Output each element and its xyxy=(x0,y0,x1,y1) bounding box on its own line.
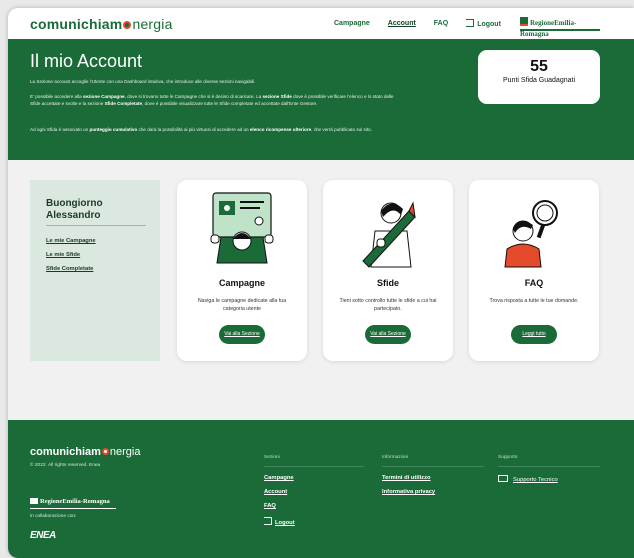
faq-illustration xyxy=(504,200,558,268)
read-faq-button[interactable]: Leggi tutto xyxy=(511,325,557,344)
site-header: comunichiam nergia Campagne Account FAQ L… xyxy=(8,8,634,39)
footer-col-sezioni-heading: Sezioni xyxy=(264,455,280,460)
user-sidebar: Buongiorno Alessandro Le mie Campagne Le… xyxy=(30,180,160,361)
site-logo[interactable]: comunichiam nergia xyxy=(30,16,173,32)
card-description: Naviga le campagne dedicate alla tua cat… xyxy=(197,298,287,312)
footer-col-divider xyxy=(264,466,364,467)
collaboration-label: in collaborazione con: xyxy=(30,514,77,519)
enea-logo[interactable]: ENEA xyxy=(30,530,56,541)
footer-link-terms[interactable]: Termini di utilizzo xyxy=(382,475,431,481)
mail-icon xyxy=(498,475,508,482)
region-flag-icon xyxy=(520,17,528,26)
nav-faq[interactable]: FAQ xyxy=(434,20,448,27)
region-logo-text: RegioneEmilia-Romagna xyxy=(520,19,577,38)
nav-logout[interactable]: Logout xyxy=(466,19,501,28)
footer-col-info-heading: Informazioni xyxy=(382,455,409,460)
nav-account[interactable]: Account xyxy=(388,20,416,27)
greeting: Buongiorno Alessandro xyxy=(46,198,103,221)
footer-region-flag-icon xyxy=(30,498,38,504)
logo-dot-icon xyxy=(123,20,132,29)
card-title: Sfide xyxy=(376,278,399,288)
logo-text: comunichiam xyxy=(30,15,123,32)
card-description: Tieni sotto controllo tutte le sfide a c… xyxy=(339,298,437,312)
go-to-campagne-button[interactable]: Vai alla Sezione xyxy=(219,325,265,344)
footer-col-support-heading: Supporto xyxy=(498,455,518,460)
footer-col-divider xyxy=(498,466,600,467)
card-description: Trova risposta a tutte le tue domande. xyxy=(489,298,579,304)
points-card: 55 Punti Sfida Guadagnati xyxy=(478,50,600,104)
points-value: 55 xyxy=(530,58,548,75)
campaign-illustration xyxy=(210,192,274,264)
card-campagne: Campagne Naviga le campagne dedicate all… xyxy=(177,180,307,361)
logout-label: Logout xyxy=(477,21,501,28)
card-sfide: Sfide Tieni sotto controllo tutte le sfi… xyxy=(323,180,453,361)
card-faq: FAQ Trova risposta a tutte le tue domand… xyxy=(469,180,599,361)
site-footer: comunichiam nergia © 2022. All rights res… xyxy=(8,420,634,558)
sidebar-link-campagne[interactable]: Le mie Campagne xyxy=(46,238,96,244)
main-nav: Campagne Account FAQ Logout xyxy=(334,8,519,39)
copyright: © 2022. All rights reserved. Enea xyxy=(30,463,101,468)
footer-logo[interactable]: comunichiam nergia xyxy=(30,446,140,458)
points-label: Punti Sfida Guadagnati xyxy=(503,77,575,84)
footer-col-divider xyxy=(382,466,484,467)
nav-campagne[interactable]: Campagne xyxy=(334,20,370,27)
footer-link-faq[interactable]: FAQ xyxy=(264,503,276,509)
footer-logo-dot-icon xyxy=(101,448,109,455)
sidebar-link-sfide[interactable]: Le mie Sfide xyxy=(46,252,80,258)
sidebar-link-completate[interactable]: Sfide Completate xyxy=(46,266,93,272)
region-logo[interactable]: RegioneEmilia-Romagna xyxy=(520,17,600,38)
hero-paragraph-score: Ad ogni Sfida è associato un punteggio c… xyxy=(30,127,372,132)
account-hero: Il mio Account La Sezione account accogl… xyxy=(8,39,634,160)
footer-link-privacy[interactable]: Informativa privacy xyxy=(382,489,435,495)
browser-page: comunichiam nergia Campagne Account FAQ L… xyxy=(8,8,634,558)
challenge-illustration xyxy=(362,201,416,268)
footer-link-campagne[interactable]: Campagne xyxy=(264,475,294,481)
hero-paragraph-sections: E' possibile accedere alla sezione Campa… xyxy=(30,94,394,106)
go-to-sfide-button[interactable]: Vai alla Sezione xyxy=(365,325,411,344)
hero-intro: La Sezione account accoglie l'Utente con… xyxy=(30,79,256,84)
logo-text-light: nergia xyxy=(132,15,173,32)
footer-link-account[interactable]: Account xyxy=(264,489,287,495)
page-title: Il mio Account xyxy=(30,51,143,71)
footer-link-support[interactable]: Supporto Tecnico xyxy=(498,475,558,483)
footer-region-logo[interactable]: RegioneEmilia-Romagna xyxy=(30,497,116,509)
dashboard-main: Buongiorno Alessandro Le mie Campagne Le… xyxy=(8,160,634,420)
logout-icon xyxy=(466,19,475,27)
card-title: Campagne xyxy=(218,278,265,288)
sidebar-divider xyxy=(46,225,146,226)
footer-link-logout[interactable]: Logout xyxy=(264,517,295,526)
logout-icon xyxy=(264,517,272,525)
card-title: FAQ xyxy=(524,278,544,288)
